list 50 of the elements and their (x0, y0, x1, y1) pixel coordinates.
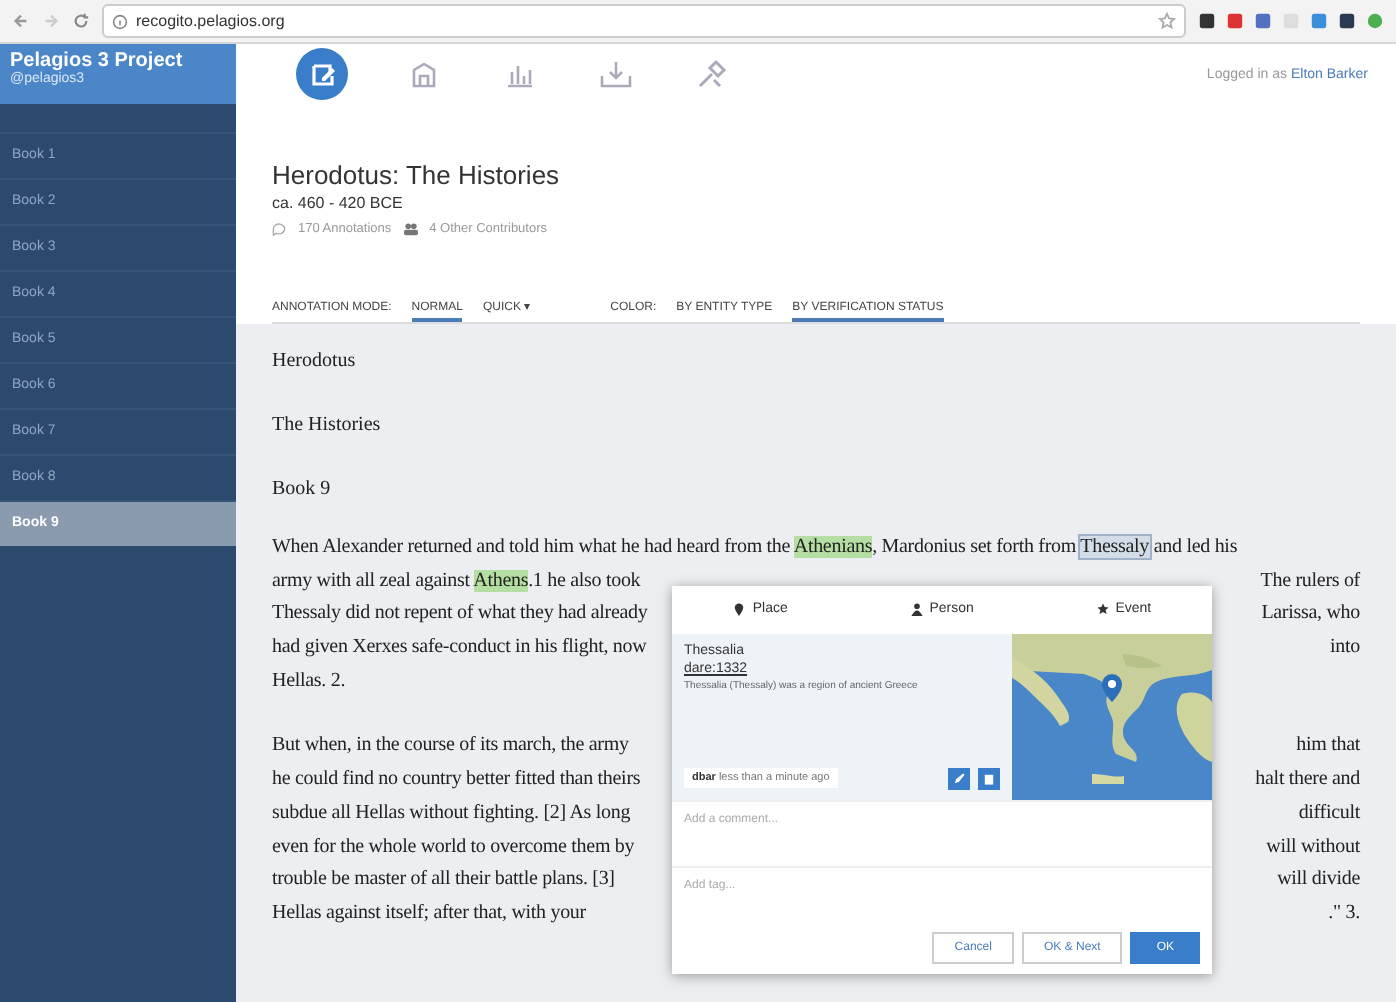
text-line: subdue all Hellas without fighting. [2] As long (272, 799, 631, 828)
map-pin-icon (1102, 673, 1122, 702)
text-heading: Book 9 (272, 478, 331, 500)
pin-icon (732, 602, 747, 617)
toolbar-button[interactable] (296, 48, 348, 100)
annotated-place[interactable]: Athens (473, 569, 529, 592)
star-icon[interactable] (1158, 12, 1176, 30)
text-line: When Alexander returned and told him what he had heard from the Athenians, Mardonius set forth from Thessaly and led his (272, 534, 1238, 562)
reload-icon[interactable] (72, 12, 90, 30)
back-icon[interactable] (12, 12, 30, 30)
person-icon (909, 602, 924, 617)
text-line: But when, in the course of its march, the army (272, 732, 629, 761)
text-heading: Herodotus (272, 350, 356, 372)
annotated-place[interactable]: Athenians (793, 536, 873, 558)
document-title: Herodotus: The Histories (272, 160, 562, 190)
text-line: had given Xerxes safe-conduct in his flight, now (272, 634, 647, 663)
text-line: The rulers of (1260, 567, 1360, 596)
download-icon (600, 58, 632, 90)
edit-button[interactable] (948, 767, 970, 790)
text-line: Hellas. 2. (272, 667, 346, 696)
delete-button[interactable] (978, 767, 1000, 790)
project-name: Pelagios 3 Project (10, 50, 185, 72)
address-bar[interactable]: recogito.pelagios.org (102, 4, 1186, 38)
text-line: difficult (1298, 799, 1360, 828)
text-heading: The Histories (272, 414, 381, 436)
text-line: he could find no country better fitted than theirs (272, 766, 641, 795)
text-line: Thessaly did not repent of what they had already (272, 600, 648, 629)
text-line: Larissa, who (1261, 600, 1360, 629)
edit-icon (306, 58, 338, 90)
document-date: ca. 460 - 420 BCE (272, 194, 405, 212)
text-line: trouble be master of all their battle plans. [3] (272, 866, 615, 895)
comment-icon (272, 222, 286, 236)
tools-icon (696, 58, 728, 90)
text-line: will divide (1277, 866, 1360, 895)
text-line: him that (1296, 732, 1360, 761)
text-line: into (1330, 634, 1360, 663)
text-line: will without (1266, 833, 1360, 861)
text-line: army with all zeal against Athens.1 he also took (272, 567, 641, 596)
trash-icon (982, 771, 996, 786)
people-icon (403, 222, 418, 236)
text-line: Hellas against itself; after that, with your (272, 899, 586, 928)
info-icon[interactable] (112, 13, 128, 29)
url-text: recogito.pelagios.org (136, 12, 285, 30)
text-line: ." 3. (1328, 899, 1360, 928)
pencil-icon (952, 771, 966, 786)
annotated-place[interactable]: Thessaly (1080, 536, 1150, 558)
text-line: halt there and (1255, 766, 1360, 795)
building-icon (408, 58, 440, 90)
star-icon (1095, 602, 1110, 617)
text-line: even for the whole world to overcome them by (272, 833, 635, 861)
